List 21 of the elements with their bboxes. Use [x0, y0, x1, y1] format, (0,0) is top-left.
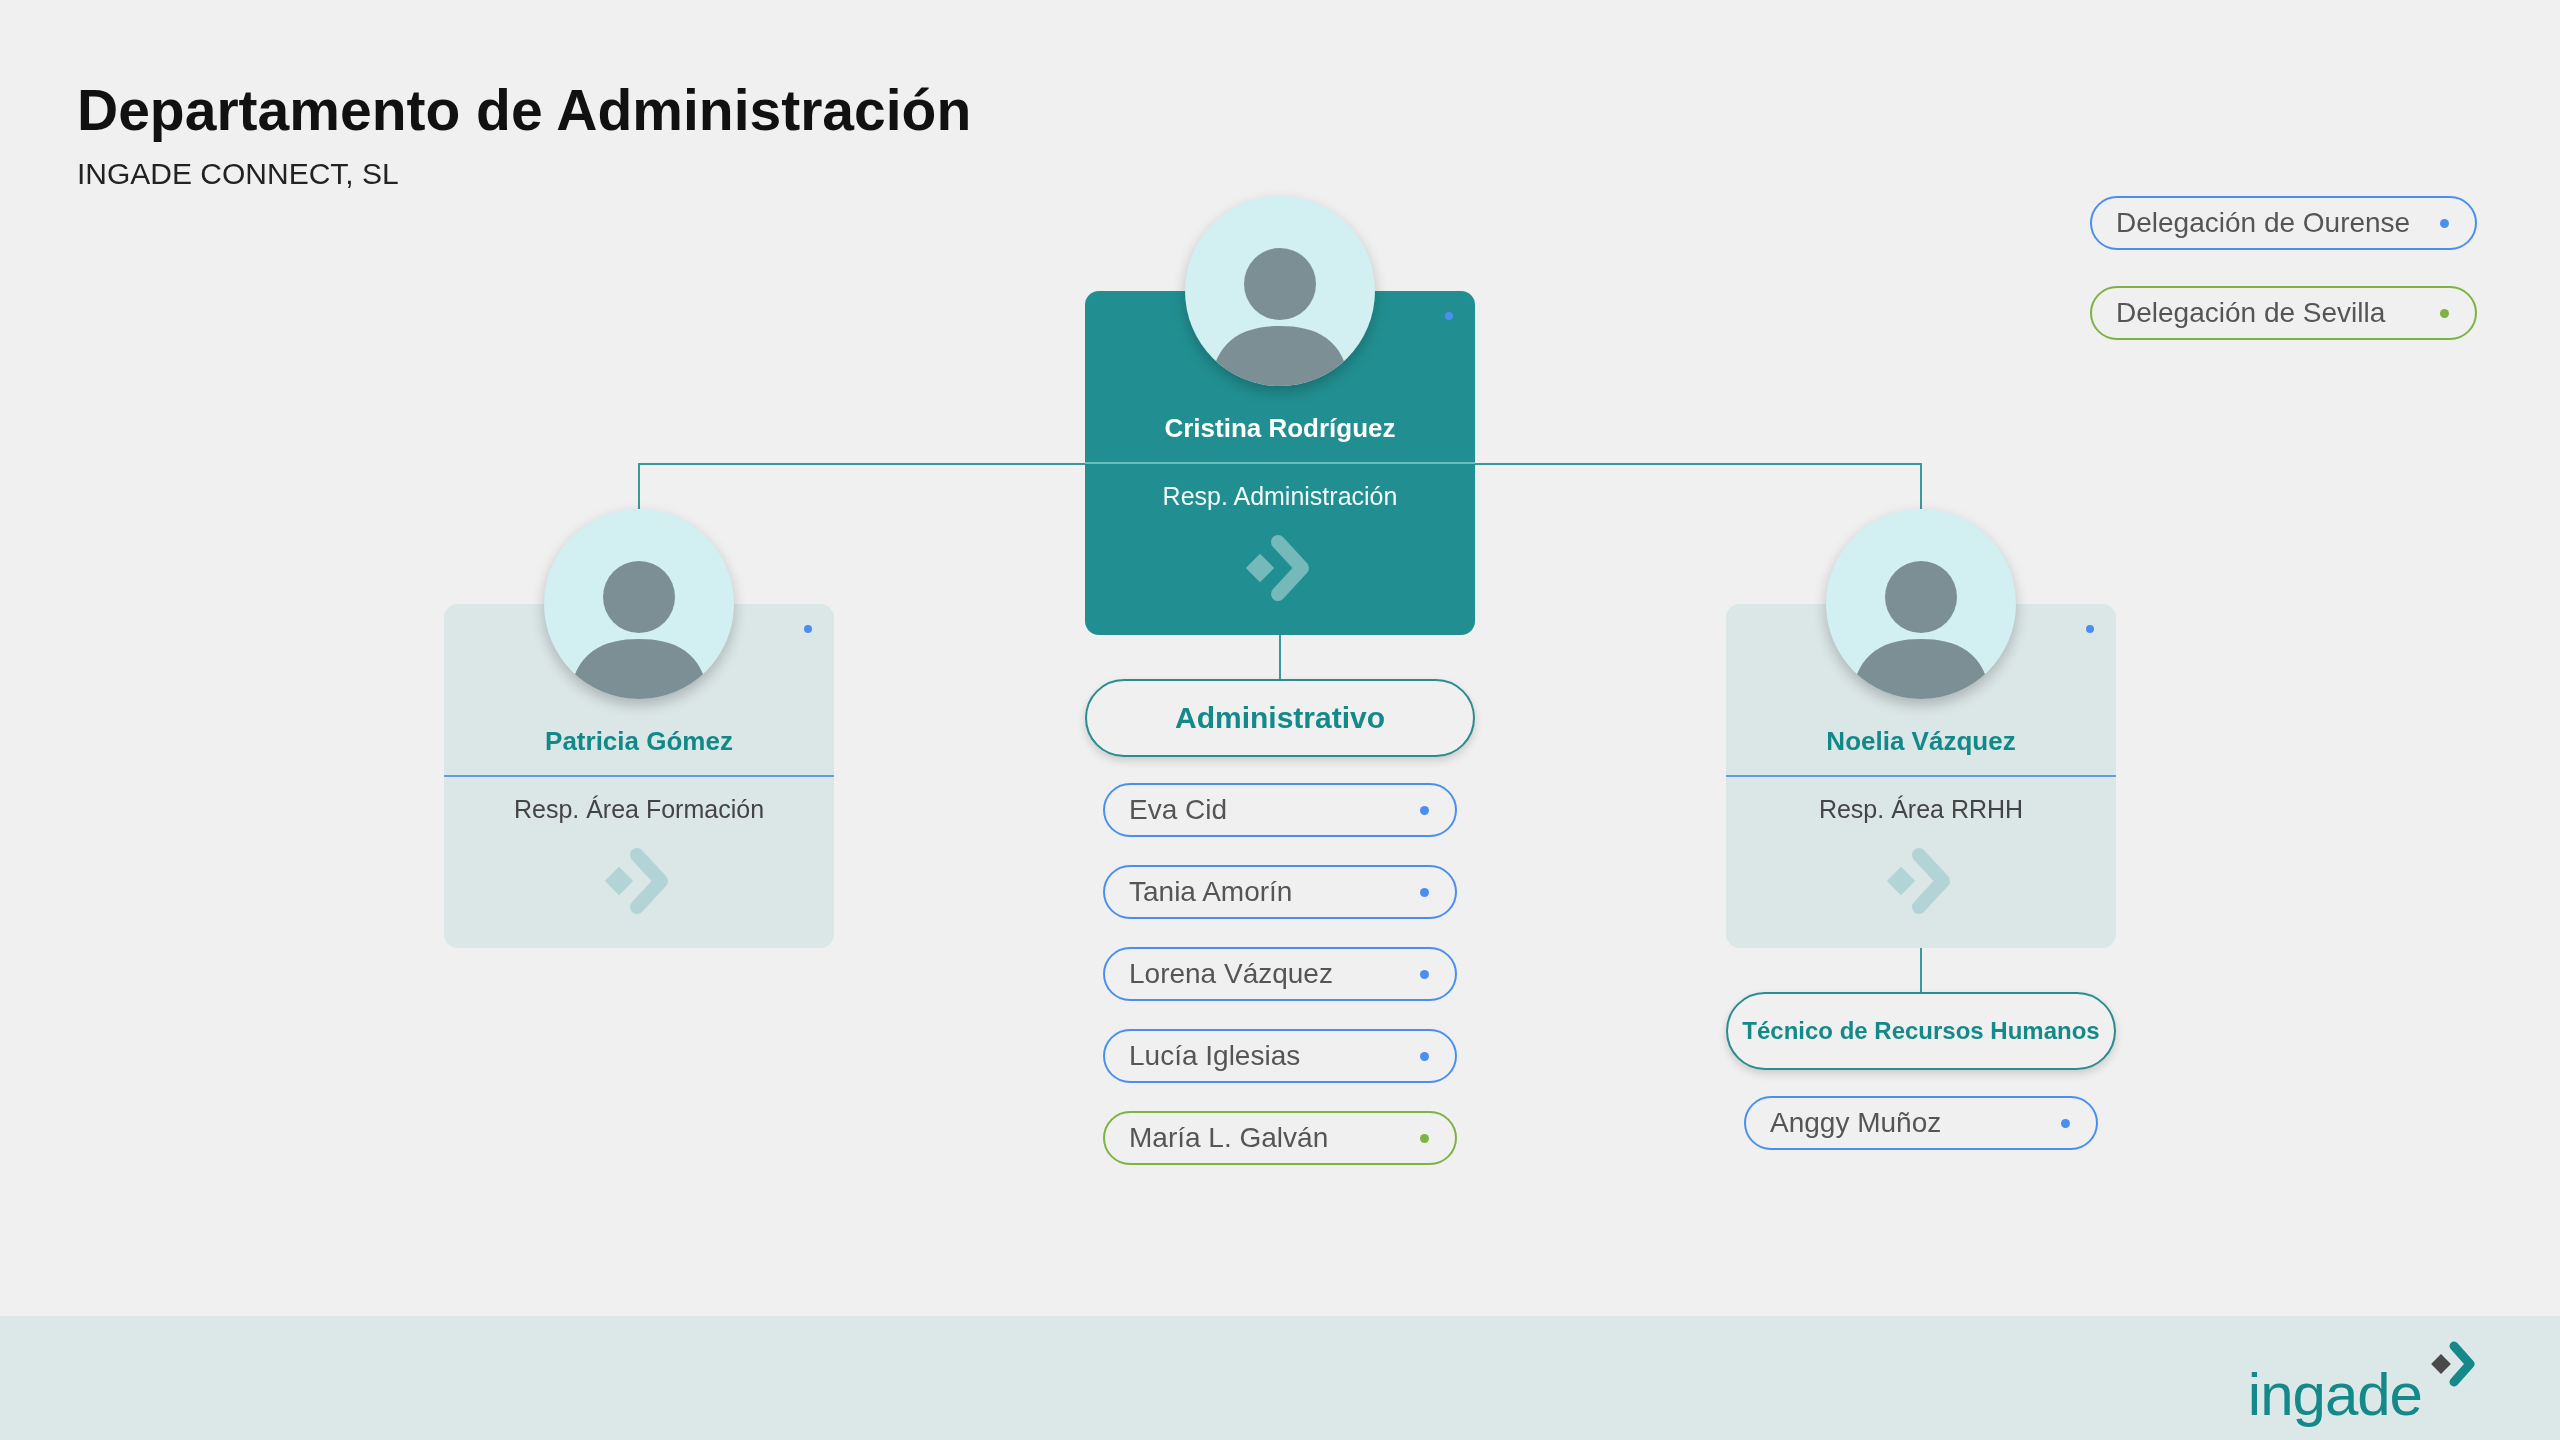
delegation-tag: Delegación de Sevilla	[2090, 286, 2477, 340]
person-name: Patricia Gómez	[545, 725, 733, 758]
connector-line	[1920, 948, 1922, 992]
logo-text: ingade	[2247, 1360, 2422, 1430]
team-title: Administrativo	[1085, 679, 1475, 757]
member-tag: María L. Galván	[1103, 1111, 1457, 1165]
person-role: Resp. Área RRHH	[1818, 794, 2024, 825]
person-role: Resp. Administración	[1162, 481, 1398, 512]
connector-line	[1279, 635, 1281, 679]
team-title: Técnico de Recursos Humanos	[1726, 992, 2116, 1070]
member-tag: Eva Cid	[1103, 783, 1457, 837]
page-title: Departamento de Administración	[77, 78, 972, 142]
person-role: Resp. Área Formación	[513, 794, 765, 825]
member-tag: Lorena Vázquez	[1103, 947, 1457, 1001]
member-tag: Tania Amorín	[1103, 865, 1457, 919]
delegation-tag: Delegación de Ourense	[2090, 196, 2477, 250]
member-tag: Lucía Iglesias	[1103, 1029, 1457, 1083]
person-name: Cristina Rodríguez	[1164, 412, 1396, 445]
member-tag: Anggy Muñoz	[1744, 1096, 2098, 1150]
person-name: Noelia Vázquez	[1826, 725, 2016, 758]
company-name: INGADE CONNECT, SL	[77, 156, 399, 192]
